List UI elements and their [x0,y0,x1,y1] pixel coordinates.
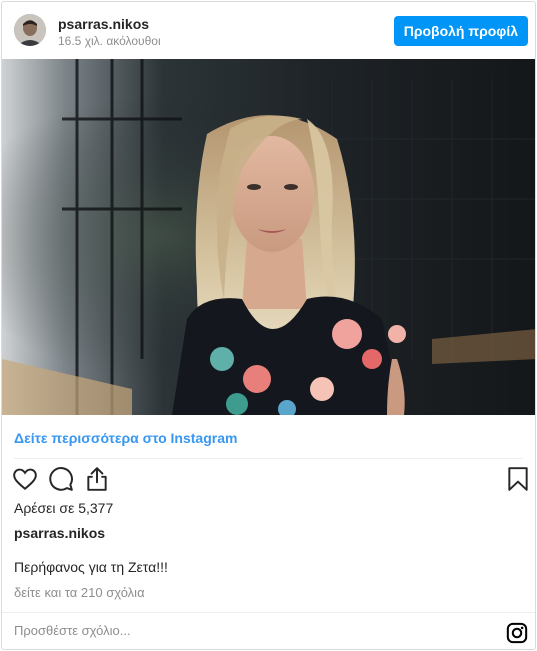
view-all-comments-link[interactable]: δείτε και τα 210 σχόλια [14,585,145,600]
divider [14,458,523,459]
view-profile-button[interactable]: Προβολή προφίλ [393,16,528,46]
action-bar [2,462,535,498]
caption-text: Περήφανος για τη Ζετα!!! [14,559,168,575]
caption-username[interactable]: psarras.nikos [14,525,105,541]
avatar[interactable] [14,14,46,46]
share-icon[interactable] [84,466,110,492]
divider [2,612,535,613]
username[interactable]: psarras.nikos [58,16,149,32]
follower-count: 16.5 χιλ. ακόλουθοι [58,34,161,48]
comment-bubble-icon[interactable] [48,466,74,492]
like-count[interactable]: Αρέσει σε 5,377 [14,500,113,516]
post-image[interactable] [2,59,535,415]
heart-icon[interactable] [12,466,38,492]
instagram-embed-card: psarras.nikos 16.5 χιλ. ακόλουθοι Προβολ… [1,1,536,650]
instagram-logo-icon[interactable] [506,622,528,644]
add-comment-input[interactable]: Προσθέστε σχόλιο... [14,623,131,638]
see-more-on-instagram-link[interactable]: Δείτε περισσότερα στο Instagram [14,430,237,446]
bookmark-icon[interactable] [505,466,531,492]
post-header: psarras.nikos 16.5 χιλ. ακόλουθοι Προβολ… [2,2,535,59]
